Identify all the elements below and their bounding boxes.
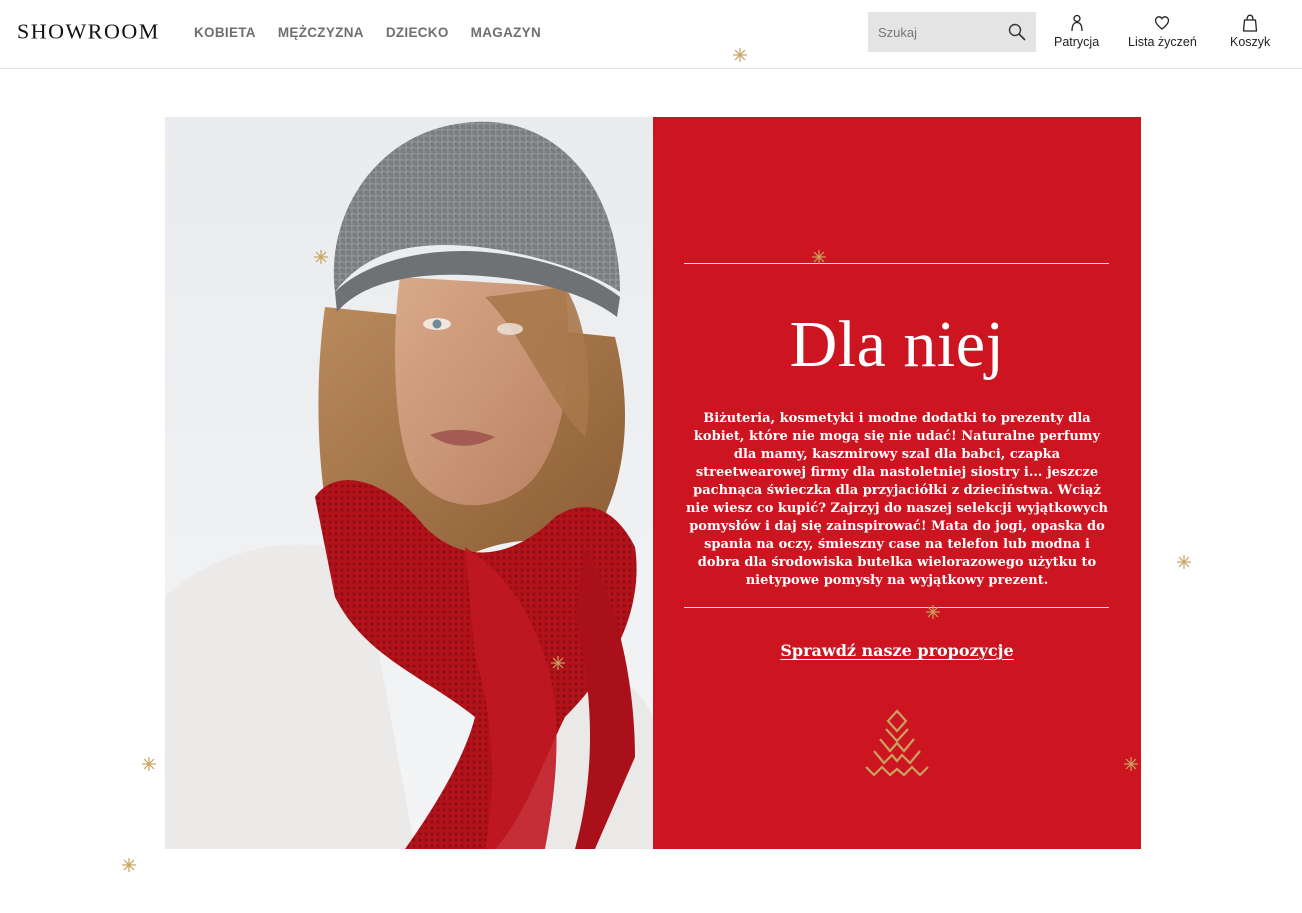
banner-description: Biżuteria, kosmetyki i modne dodatki to … (685, 411, 1109, 588)
nav-item-magazyn[interactable]: MAGAZYN (471, 25, 541, 40)
snowflake-icon (926, 605, 940, 619)
snowflake-icon (314, 250, 328, 264)
divider-bottom (684, 607, 1109, 608)
snowflake-icon (142, 757, 156, 771)
nav-item-dziecko[interactable]: DZIECKO (386, 25, 449, 40)
promo-banner: Dla niej Biżuteria, kosmetyki i modne do… (165, 117, 1141, 849)
snowflake-icon (812, 250, 826, 264)
promo-panel: Dla niej Biżuteria, kosmetyki i modne do… (653, 117, 1141, 849)
heart-icon (1155, 16, 1170, 30)
nav-item-kobieta[interactable]: KOBIETA (194, 25, 256, 40)
account-button[interactable]: Patrycja (1054, 14, 1099, 49)
snowflake-icon (1177, 555, 1191, 569)
wishlist-label: Lista życzeń (1128, 35, 1197, 49)
search-box (868, 12, 1036, 52)
user-icon (1070, 14, 1083, 32)
main-nav: KOBIETA MĘŻCZYZNA DZIECKO MAGAZYN (194, 25, 563, 40)
cart-label: Koszyk (1230, 35, 1271, 49)
site-header: SHOWROOM KOBIETA MĘŻCZYZNA DZIECKO MAGAZ… (0, 0, 1302, 69)
model-photo[interactable] (165, 117, 653, 849)
account-label: Patrycja (1054, 35, 1100, 49)
snowflake-icon (551, 656, 565, 670)
snowflake-icon (1124, 757, 1138, 771)
wishlist-button[interactable]: Lista życzeń (1128, 14, 1197, 49)
search-icon[interactable] (1008, 23, 1026, 41)
see-proposals-link[interactable]: Sprawdź nasze propozycje (653, 641, 1141, 660)
shopping-bag-icon (1242, 14, 1258, 32)
nav-item-mezczyzna[interactable]: MĘŻCZYZNA (278, 25, 364, 40)
search-input[interactable] (868, 24, 994, 40)
cart-button[interactable]: Koszyk (1230, 14, 1270, 49)
divider-top (684, 263, 1109, 264)
snowflake-icon (122, 858, 136, 872)
banner-headline: Dla niej (789, 308, 1005, 381)
snowflake-icon (733, 48, 747, 62)
showroom-logo[interactable]: SHOWROOM (17, 20, 160, 45)
christmas-tree-icon (865, 709, 929, 777)
